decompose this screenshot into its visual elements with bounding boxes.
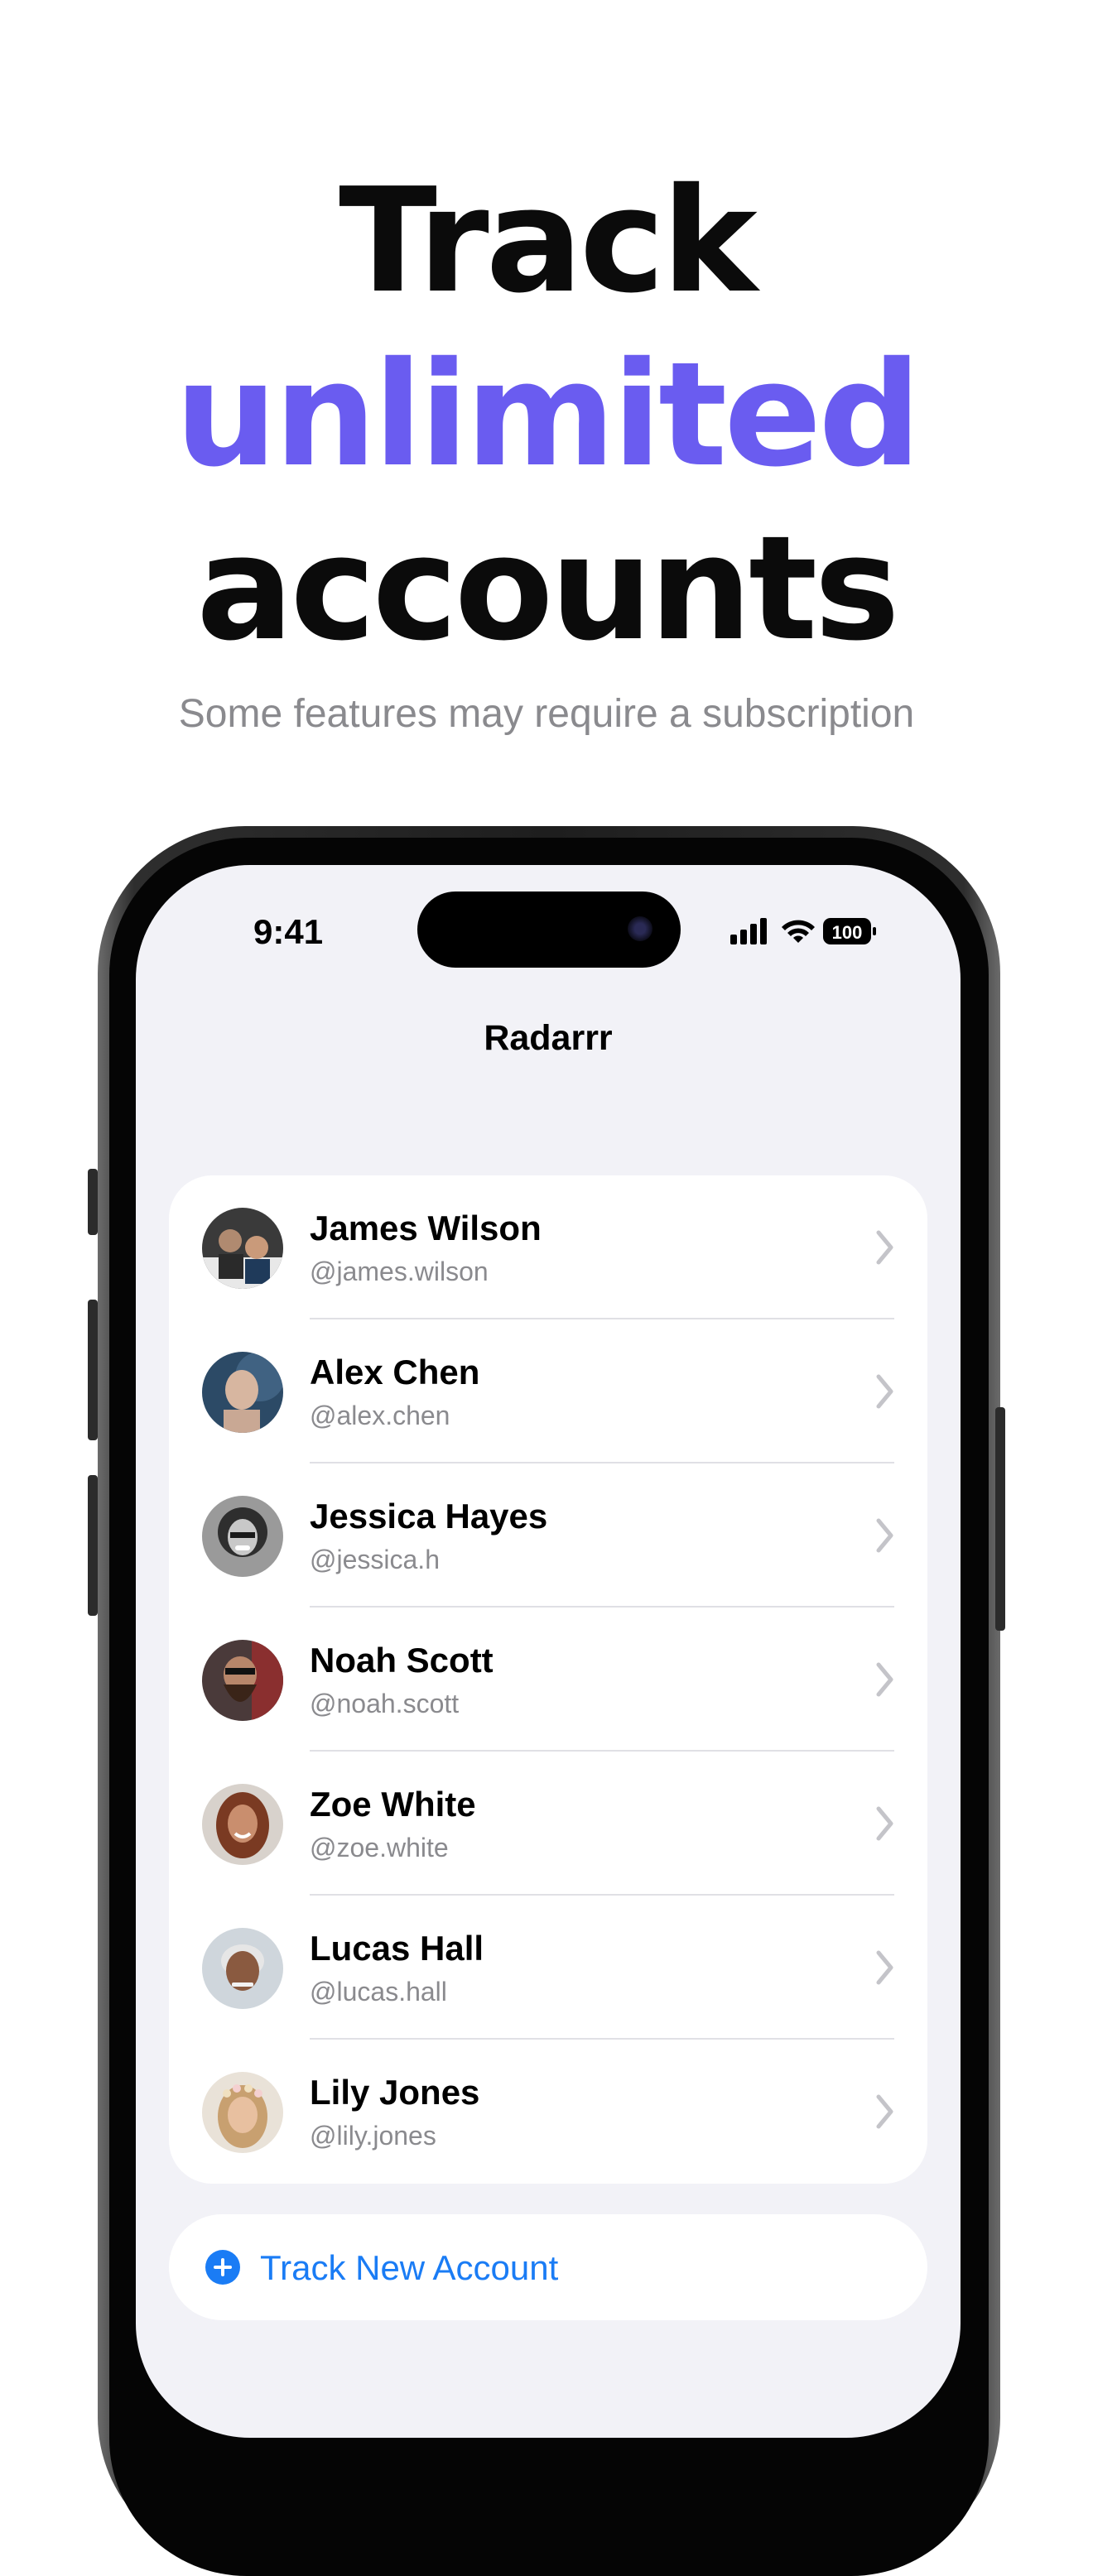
headline-line-1: Track	[339, 157, 758, 325]
avatar	[202, 1208, 283, 1289]
avatar	[202, 1928, 283, 2009]
dynamic-island	[417, 892, 681, 968]
account-handle: @lily.jones	[310, 2121, 436, 2151]
account-name: Alex Chen	[310, 1353, 480, 1391]
account-list: James Wilson @james.wilson Alex Chen @al…	[169, 1175, 927, 2184]
avatar	[202, 1640, 283, 1721]
status-icons: 100	[730, 918, 876, 944]
avatar	[202, 1352, 283, 1433]
account-handle: @zoe.white	[310, 1833, 449, 1862]
account-handle: @james.wilson	[310, 1257, 489, 1286]
chevron-right-icon	[876, 1518, 893, 1553]
account-name: Lucas Hall	[310, 1929, 484, 1968]
chevron-right-icon	[876, 1374, 893, 1409]
nav-title: Radarrr	[484, 1018, 613, 1058]
phone-screen: 9:41 100 Radarrr James Wilson @james.wil…	[136, 865, 961, 2438]
volume-up-button	[88, 1300, 98, 1440]
chevron-right-icon	[876, 1950, 893, 1985]
track-new-account-label: Track New Account	[260, 2248, 559, 2287]
track-new-account-button[interactable]: Track New Account	[169, 2214, 927, 2320]
account-handle: @jessica.h	[310, 1545, 440, 1574]
account-name: Jessica Hayes	[310, 1497, 548, 1536]
camera-icon	[628, 916, 652, 941]
avatar	[202, 2072, 283, 2153]
account-name: James Wilson	[310, 1209, 542, 1247]
account-row[interactable]: Lily Jones @lily.jones	[169, 2040, 927, 2184]
account-row[interactable]: Jessica Hayes @jessica.h	[169, 1463, 927, 1608]
chevron-right-icon	[876, 1230, 893, 1265]
subtitle: Some features may require a subscription	[178, 692, 915, 736]
headline-line-3: accounts	[196, 505, 900, 673]
avatar	[202, 1784, 283, 1865]
power-button	[995, 1407, 1005, 1631]
plus-circle-icon	[205, 2250, 240, 2285]
account-row[interactable]: Noah Scott @noah.scott	[169, 1608, 927, 1752]
battery-icon: 100	[823, 918, 876, 944]
action-button	[88, 1169, 98, 1235]
avatar	[202, 1496, 283, 1577]
battery-level: 100	[832, 922, 863, 943]
status-time: 9:41	[253, 912, 324, 951]
wifi-icon	[782, 920, 815, 943]
account-name: Noah Scott	[310, 1641, 494, 1680]
account-handle: @lucas.hall	[310, 1977, 447, 2006]
account-row[interactable]: Alex Chen @alex.chen	[169, 1319, 927, 1463]
account-row[interactable]: James Wilson @james.wilson	[169, 1175, 927, 1319]
account-handle: @noah.scott	[310, 1689, 460, 1718]
account-row[interactable]: Lucas Hall @lucas.hall	[169, 1896, 927, 2040]
account-name: Lily Jones	[310, 2073, 480, 2112]
chevron-right-icon	[876, 1662, 893, 1697]
account-name: Zoe White	[310, 1785, 476, 1824]
chevron-right-icon	[876, 1806, 893, 1841]
account-handle: @alex.chen	[310, 1401, 450, 1430]
volume-down-button	[88, 1475, 98, 1616]
headline-line-2: unlimited	[175, 331, 922, 499]
chevron-right-icon	[876, 2094, 893, 2129]
signal-icon	[730, 918, 767, 944]
account-row[interactable]: Zoe White @zoe.white	[169, 1752, 927, 1896]
